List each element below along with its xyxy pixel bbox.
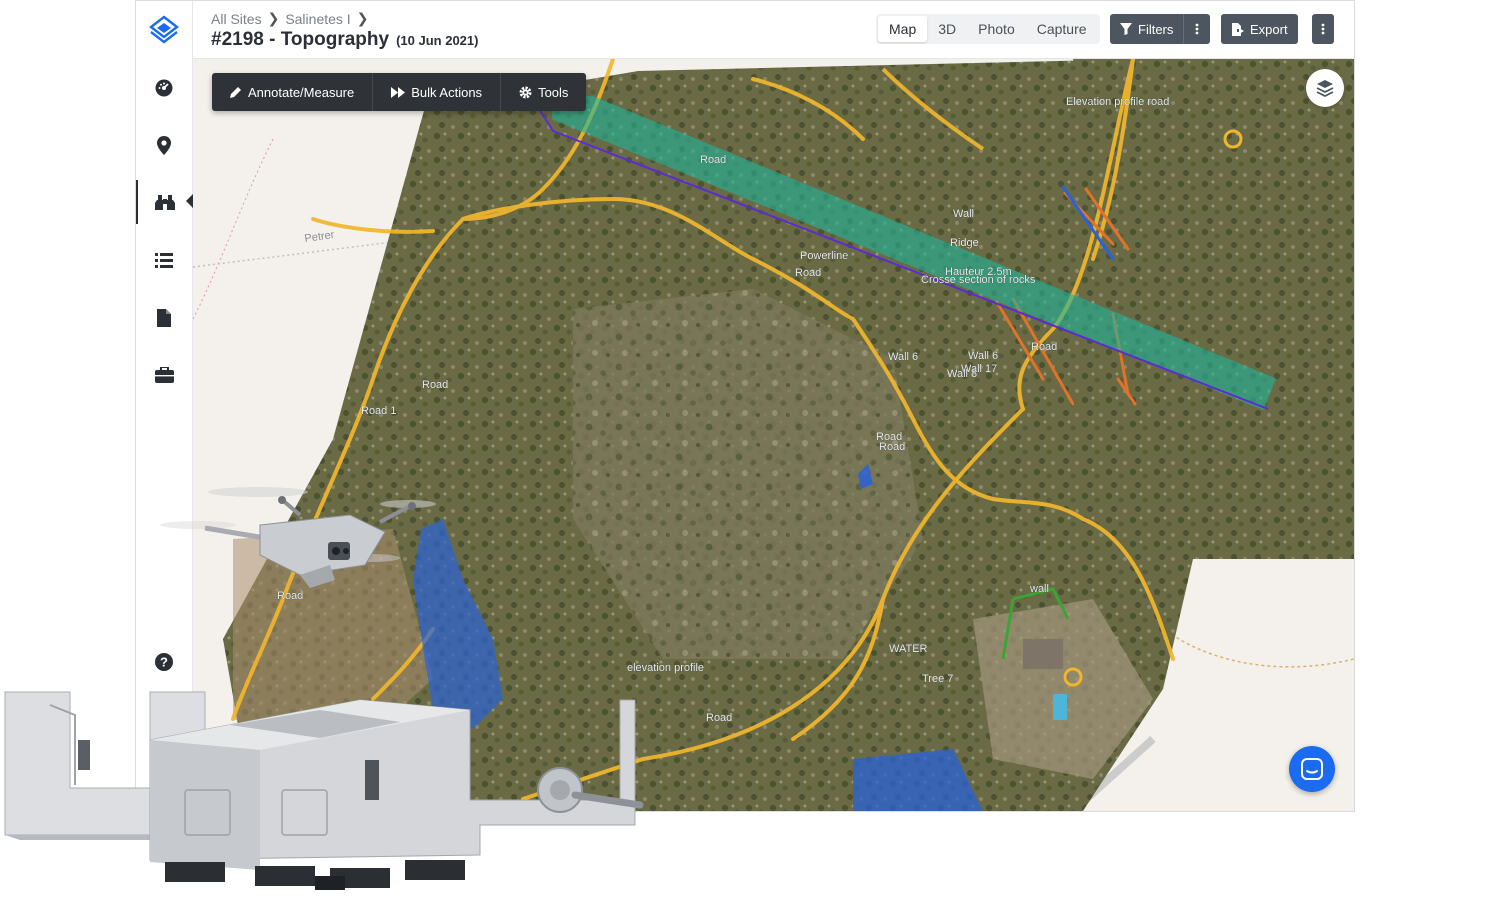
map-label-road-right: Road xyxy=(1031,341,1057,353)
map-label-road-top: Road xyxy=(700,154,726,166)
export-button[interactable]: Export xyxy=(1221,14,1298,44)
logo[interactable] xyxy=(136,1,193,58)
dock-station-illustration xyxy=(4,691,644,890)
filters-button[interactable]: Filters xyxy=(1110,14,1211,44)
document-icon xyxy=(157,309,171,327)
sidebar-item-dashboard[interactable] xyxy=(136,66,192,110)
briefcase-icon xyxy=(154,367,174,383)
sidebar-item-inspect[interactable] xyxy=(136,180,193,224)
annotate-measure-label: Annotate/Measure xyxy=(248,84,355,100)
view-tabs: Map 3D Photo Capture xyxy=(876,14,1100,44)
filter-icon xyxy=(1120,23,1132,35)
map-label-cross-section: Crosse section of rocks xyxy=(921,274,1036,286)
map-label-tree-7: Tree 7 xyxy=(922,673,953,685)
map-label-road-1: Road 1 xyxy=(361,405,396,417)
page-date: (10 Jun 2021) xyxy=(396,33,479,48)
chat-button[interactable] xyxy=(1289,746,1335,792)
drone-illustration xyxy=(160,487,436,588)
header: All Sites ❯ Salinetes I ❯ #2198 - Topogr… xyxy=(136,1,1354,59)
filters-more-button[interactable] xyxy=(1183,14,1210,44)
breadcrumb-all-sites[interactable]: All Sites xyxy=(211,11,262,27)
map-label-wall-6b: Wall 6 xyxy=(968,350,998,362)
list-icon xyxy=(155,252,173,268)
export-label: Export xyxy=(1250,21,1288,37)
sidebar-item-locations[interactable] xyxy=(136,123,192,167)
map-label-wall-lower: wall xyxy=(1029,583,1049,595)
map-label-road-center-2: Road xyxy=(879,441,905,453)
map-toolbar: Annotate/Measure Bulk Actions Tools xyxy=(212,73,587,111)
sidebar-item-portfolio[interactable] xyxy=(136,353,192,397)
sidebar-item-documents[interactable] xyxy=(136,296,192,340)
pencil-icon xyxy=(230,87,241,98)
tab-map[interactable]: Map xyxy=(878,16,928,42)
map-label-road-mid: Road xyxy=(795,267,821,279)
tools-button[interactable]: Tools xyxy=(501,73,586,111)
map-label-elevation-profile-road: Elevation profile road xyxy=(1066,96,1169,108)
chevron-right-icon: ❯ xyxy=(267,10,280,26)
sidebar-item-list[interactable] xyxy=(136,238,192,282)
bulk-actions-label: Bulk Actions xyxy=(411,84,483,100)
vertical-dots-icon xyxy=(1195,23,1199,35)
tab-3d[interactable]: 3D xyxy=(927,16,967,42)
bulk-actions-button[interactable]: Bulk Actions xyxy=(373,73,502,111)
map-label-elevation-profile: elevation profile xyxy=(627,662,704,674)
filters-label: Filters xyxy=(1138,21,1174,37)
breadcrumb-site[interactable]: Salinetes I xyxy=(285,11,350,27)
map-label-wall: Wall xyxy=(953,208,974,220)
layers-icon xyxy=(1316,80,1334,97)
map-label-road-bottom: Road xyxy=(706,712,732,724)
logo-icon xyxy=(149,14,179,44)
svg-text:?: ? xyxy=(160,655,168,670)
annotate-measure-button[interactable]: Annotate/Measure xyxy=(212,73,374,111)
map-label-ridge: Ridge xyxy=(950,237,979,249)
map-label-petrer: Petrer xyxy=(304,229,336,245)
more-options-button[interactable] xyxy=(1312,14,1334,44)
vertical-dots-icon xyxy=(1321,23,1325,35)
tools-label: Tools xyxy=(538,84,569,100)
active-caret-icon xyxy=(186,194,193,208)
tab-capture[interactable]: Capture xyxy=(1026,16,1098,42)
page-title-text: #2198 - Topography xyxy=(211,29,390,50)
chat-icon xyxy=(1301,758,1323,780)
map-label-road-left: Road xyxy=(422,379,448,391)
sidebar-item-help[interactable]: ? xyxy=(136,640,192,684)
breadcrumb: All Sites ❯ Salinetes I ❯ xyxy=(211,10,368,27)
help-icon: ? xyxy=(155,653,173,671)
map-pin-icon xyxy=(157,135,171,155)
tab-photo[interactable]: Photo xyxy=(967,16,1026,42)
map-label-powerline: Powerline xyxy=(800,250,848,262)
fast-forward-icon xyxy=(391,86,406,98)
map-label-wall-6: Wall 6 xyxy=(888,351,918,363)
layers-button[interactable] xyxy=(1306,69,1344,107)
binoculars-icon xyxy=(155,195,175,210)
page-title: #2198 - Topography (10 Jun 2021) xyxy=(211,29,478,51)
chevron-right-icon: ❯ xyxy=(356,10,369,26)
gear-icon xyxy=(519,86,532,98)
map-label-water: WATER xyxy=(889,643,928,655)
map-label-wall-8: Wall 8 xyxy=(947,368,977,380)
dashboard-icon xyxy=(155,79,173,97)
export-icon xyxy=(1232,22,1244,36)
